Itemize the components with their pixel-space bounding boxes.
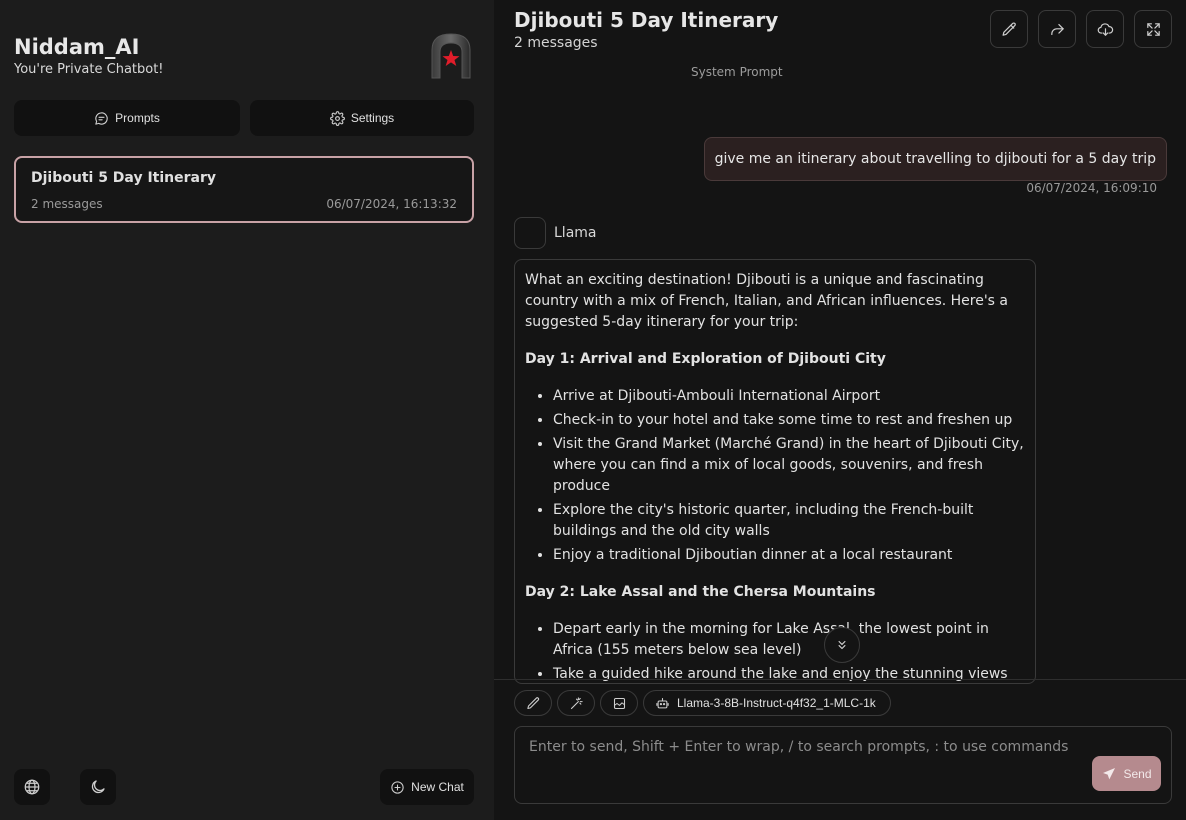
user-message: give me an itinerary about travelling to… xyxy=(703,137,1167,181)
prompts-label: Prompts xyxy=(115,111,160,125)
list-item: Arrive at Djibouti-Ambouli International… xyxy=(553,386,1025,407)
message-composer: Send xyxy=(514,726,1172,804)
chat-title: Djibouti 5 Day Itinerary xyxy=(31,170,216,186)
list-item: Enjoy a traditional Djiboutian dinner at… xyxy=(553,545,1025,566)
globe-icon xyxy=(23,778,41,796)
robot-icon xyxy=(655,696,670,711)
list-item: Check-in to your hotel and take some tim… xyxy=(553,410,1025,431)
send-button[interactable]: Send xyxy=(1092,756,1161,791)
image-tool-button[interactable] xyxy=(600,690,638,716)
paper-plane-icon xyxy=(1101,766,1117,782)
theme-toggle-button[interactable] xyxy=(80,769,116,805)
pencil-icon xyxy=(526,696,541,711)
pencil-icon xyxy=(1001,21,1018,38)
cloud-download-icon xyxy=(1097,21,1114,38)
moon-icon xyxy=(89,778,107,796)
send-label: Send xyxy=(1123,766,1152,781)
chat-timestamp: 06/07/2024, 16:13:32 xyxy=(326,197,457,211)
assistant-message: What an exciting destination! Djibouti i… xyxy=(514,259,1036,684)
model-selector[interactable]: Llama-3-8B-Instruct-q4f32_1-MLC-1k xyxy=(643,690,891,716)
language-button[interactable] xyxy=(14,769,50,805)
new-chat-button[interactable]: New Chat xyxy=(380,769,474,805)
share-button[interactable] xyxy=(1038,10,1076,48)
user-message-timestamp: 06/07/2024, 16:09:10 xyxy=(1026,181,1157,195)
day2-heading: Day 2: Lake Assal and the Chersa Mountai… xyxy=(525,584,876,600)
fullscreen-icon xyxy=(1145,21,1162,38)
image-icon xyxy=(612,696,627,711)
list-item: Explore the city's historic quarter, inc… xyxy=(553,500,1025,542)
chevrons-down-icon xyxy=(835,638,849,652)
chat-bubble-icon xyxy=(94,111,109,126)
day1-heading: Day 1: Arrival and Exploration of Djibou… xyxy=(525,351,886,367)
gear-icon xyxy=(329,110,345,126)
sidebar: Niddam_AI You're Private Chatbot! Prompt… xyxy=(0,0,494,820)
chat-list-item[interactable]: Djibouti 5 Day Itinerary 2 messages 06/0… xyxy=(14,156,474,223)
red-star-arch-icon xyxy=(428,30,474,80)
chat-panel: Djibouti 5 Day Itinerary 2 messages Syst… xyxy=(494,0,1186,820)
app-tagline: You're Private Chatbot! xyxy=(14,62,164,77)
list-item: Take a guided hike around the lake and e… xyxy=(553,664,1025,683)
magic-tool-button[interactable] xyxy=(557,690,595,716)
conversation-title: Djibouti 5 Day Itinerary xyxy=(514,8,779,32)
settings-button[interactable]: Settings xyxy=(250,100,474,136)
list-item: Visit the Grand Market (Marché Grand) in… xyxy=(553,434,1025,497)
fullscreen-button[interactable] xyxy=(1134,10,1172,48)
message-input[interactable] xyxy=(515,727,1171,803)
assistant-avatar xyxy=(514,217,546,249)
settings-label: Settings xyxy=(350,111,395,125)
day1-list: Arrive at Djibouti-Ambouli International… xyxy=(553,386,1025,566)
assistant-intro: What an exciting destination! Djibouti i… xyxy=(525,272,1009,330)
composer-divider xyxy=(494,679,1186,680)
new-chat-label: New Chat xyxy=(411,780,464,794)
model-name: Llama-3-8B-Instruct-q4f32_1-MLC-1k xyxy=(677,696,876,710)
assistant-name: Llama xyxy=(554,225,597,241)
list-item: Depart early in the morning for Lake Ass… xyxy=(553,619,1025,661)
plus-circle-icon xyxy=(390,780,405,795)
prompts-button[interactable]: Prompts xyxy=(14,100,240,136)
magic-wand-icon xyxy=(569,696,584,711)
edit-tool-button[interactable] xyxy=(514,690,552,716)
system-prompt-link[interactable]: System Prompt xyxy=(691,65,783,79)
app-title: Niddam_AI xyxy=(14,35,140,59)
share-icon xyxy=(1049,21,1066,38)
download-button[interactable] xyxy=(1086,10,1124,48)
conversation-message-count: 2 messages xyxy=(514,35,598,51)
edit-title-button[interactable] xyxy=(990,10,1028,48)
chat-message-count: 2 messages xyxy=(31,197,103,211)
day2-list: Depart early in the morning for Lake Ass… xyxy=(553,619,1025,683)
scroll-to-bottom-button[interactable] xyxy=(824,627,860,663)
